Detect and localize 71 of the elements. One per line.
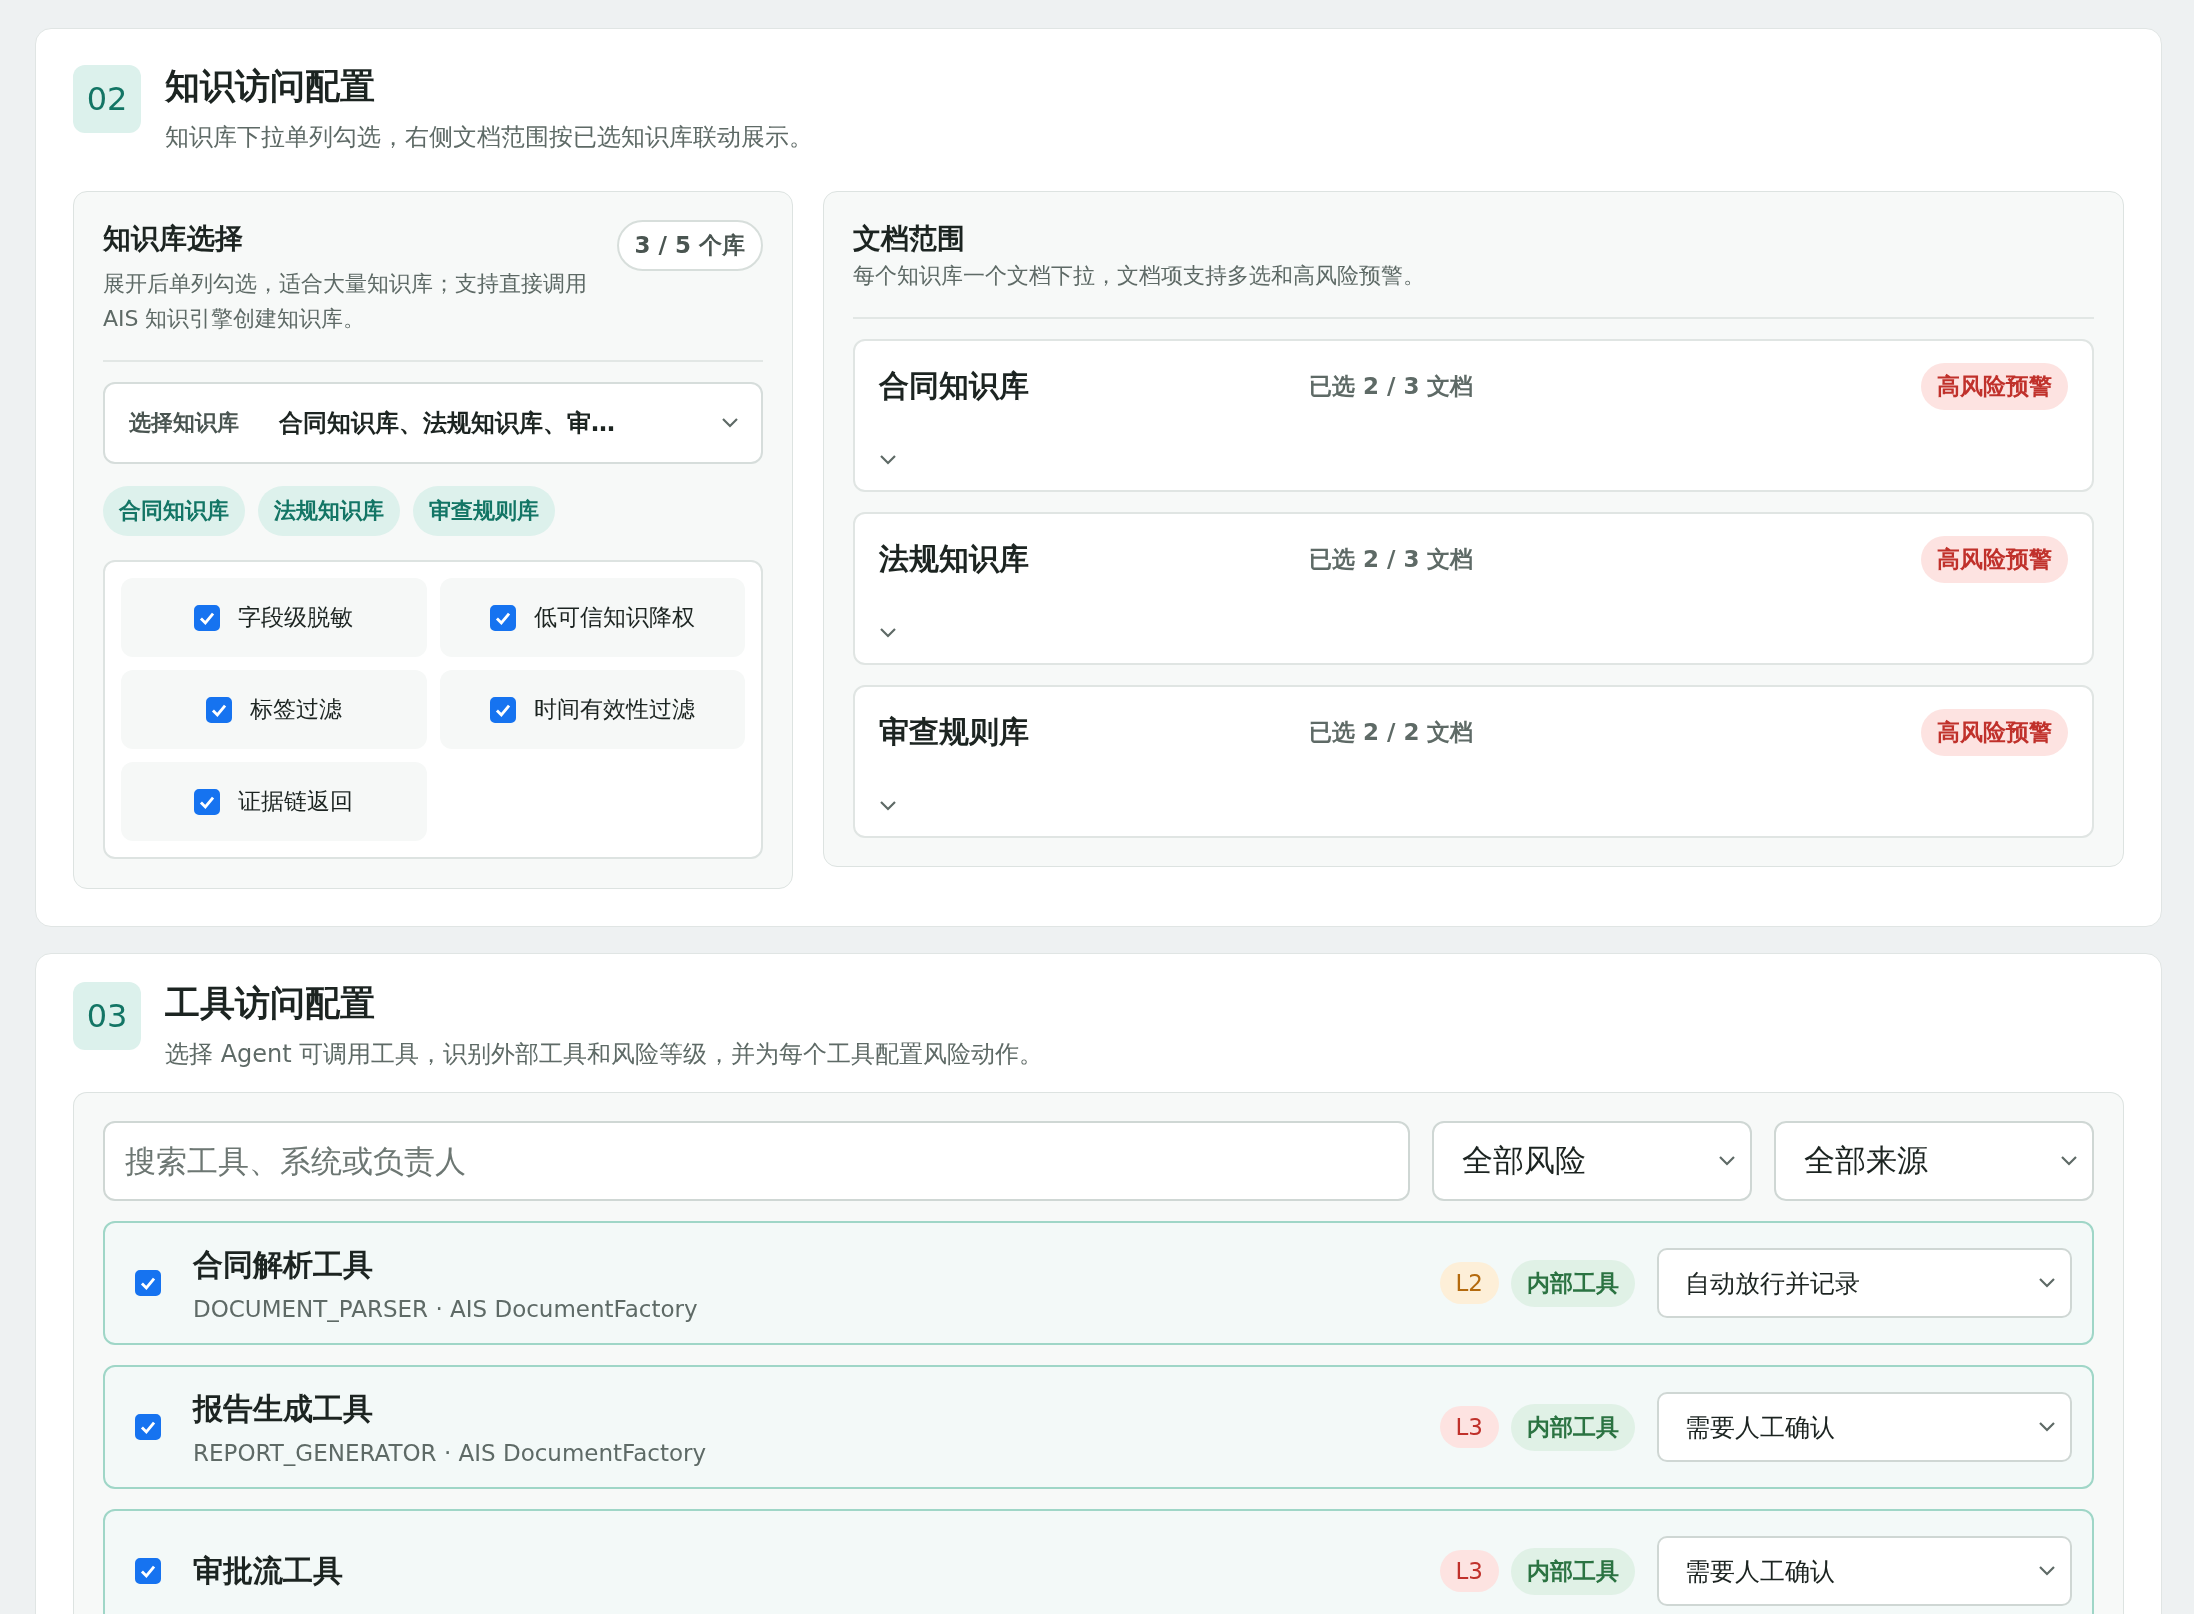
library-document-card[interactable]: 法规知识库 已选 2 / 3 文档 高风险预警 [853,512,2094,666]
action-dropdown[interactable]: 需要人工确认 [1657,1536,2072,1607]
tool-detail: DOCUMENT_PARSER · AIS DocumentFactory [193,1295,699,1322]
option-tile[interactable]: 字段级脱敏 [121,578,427,658]
option-tile[interactable]: 低可信知识降权 [439,578,745,658]
selected-count: 已选 2 / 3 文档 [1309,545,1475,575]
risk-level-badge: L2 [1439,1262,1499,1305]
checkbox[interactable] [135,1414,161,1441]
option-label: 证据链返回 [238,787,354,817]
risk-warning-badge: 高风险预警 [1921,363,2068,411]
option-tile[interactable]: 标签过滤 [121,670,427,750]
selected-count: 已选 2 / 3 文档 [1309,372,1475,402]
chevron-icon [879,800,897,813]
tool-detail: REPORT_GENERATOR · AIS DocumentFactory [193,1439,708,1466]
source-badge: 内部工具 [1511,1259,1635,1307]
library-name: 审查规则库 [879,713,1030,752]
section-subtitle: 知识库下拉单列勾选，右侧文档范围按已选知识库联动展示。 [165,122,813,153]
library-tag: 审查规则库 [413,486,555,537]
checkbox[interactable] [489,696,516,723]
library-tag: 法规知识库 [258,486,400,537]
library-document-card[interactable]: 审查规则库 已选 2 / 2 文档 高风险预警 [853,685,2094,839]
selected-count: 已选 2 / 2 文档 [1309,718,1475,748]
checkbox[interactable] [194,604,221,631]
checkbox[interactable] [135,1558,161,1585]
section-number: 02 [73,65,141,133]
library-document-card[interactable]: 合同知识库 已选 2 / 3 文档 高风险预警 [853,339,2094,493]
tool-name: 报告生成工具 [193,1389,374,1428]
filter-dropdown[interactable]: 全部来源 [1774,1121,2094,1202]
risk-level-badge: L3 [1439,1406,1499,1449]
checkbox[interactable] [135,1270,161,1297]
search-field[interactable]: 搜索工具、系统或负责人 [103,1121,1410,1202]
option-label: 字段级脱敏 [238,603,354,633]
action-dropdown[interactable]: 自动放行并记录 [1657,1248,2072,1319]
chevron-icon [1718,1155,1736,1168]
checkbox[interactable] [194,788,221,815]
section-title: 知识访问配置 [165,65,376,107]
panel-title: 文档范围 [853,221,966,257]
risk-level-badge: L3 [1439,1550,1499,1593]
chevron-icon [721,417,739,430]
chevron-icon [879,627,897,640]
risk-warning-badge: 高风险预警 [1921,709,2068,757]
option-label: 低可信知识降权 [533,603,695,633]
chevron-icon [2060,1155,2078,1168]
source-badge: 内部工具 [1511,1547,1635,1595]
chevron-icon [2038,1565,2056,1578]
checkbox[interactable] [489,604,516,631]
chevron-icon [2038,1277,2056,1290]
checkbox[interactable] [205,696,232,723]
library-tag: 合同知识库 [103,486,245,537]
option-label: 时间有效性过滤 [533,695,695,725]
option-label: 标签过滤 [249,695,342,725]
option-tile[interactable]: 证据链返回 [121,762,427,842]
chevron-icon [879,454,897,467]
section-subtitle: 选择 Agent 可调用工具，识别外部工具和风险等级，并为每个工具配置风险动作。 [165,1039,1044,1071]
source-badge: 内部工具 [1511,1403,1635,1451]
library-name: 合同知识库 [879,367,1030,406]
count-badge: 3 / 5 个库 [616,220,763,271]
filter-dropdown[interactable]: 全部风险 [1432,1121,1752,1202]
chevron-icon [2038,1421,2056,1434]
library-name: 法规知识库 [879,540,1030,579]
library-dropdown[interactable]: 选择知识库 合同知识库、法规知识库、审… [103,382,763,465]
risk-warning-badge: 高风险预警 [1921,536,2068,584]
option-tile[interactable]: 时间有效性过滤 [439,670,745,750]
section-number: 03 [73,982,141,1051]
tool-name: 审批流工具 [193,1551,344,1590]
action-dropdown[interactable]: 需要人工确认 [1657,1392,2072,1463]
panel-title: 知识库选择 [103,221,244,257]
tool-name: 合同解析工具 [193,1245,374,1284]
section-title: 工具访问配置 [165,982,376,1025]
panel-description: 每个知识库一个文档下拉，文档项支持多选和高风险预警。 [853,262,1426,290]
panel-description: 展开后单列勾选，适合大量知识库；支持直接调用 AIS 知识引擎创建知识库。 [103,270,588,334]
